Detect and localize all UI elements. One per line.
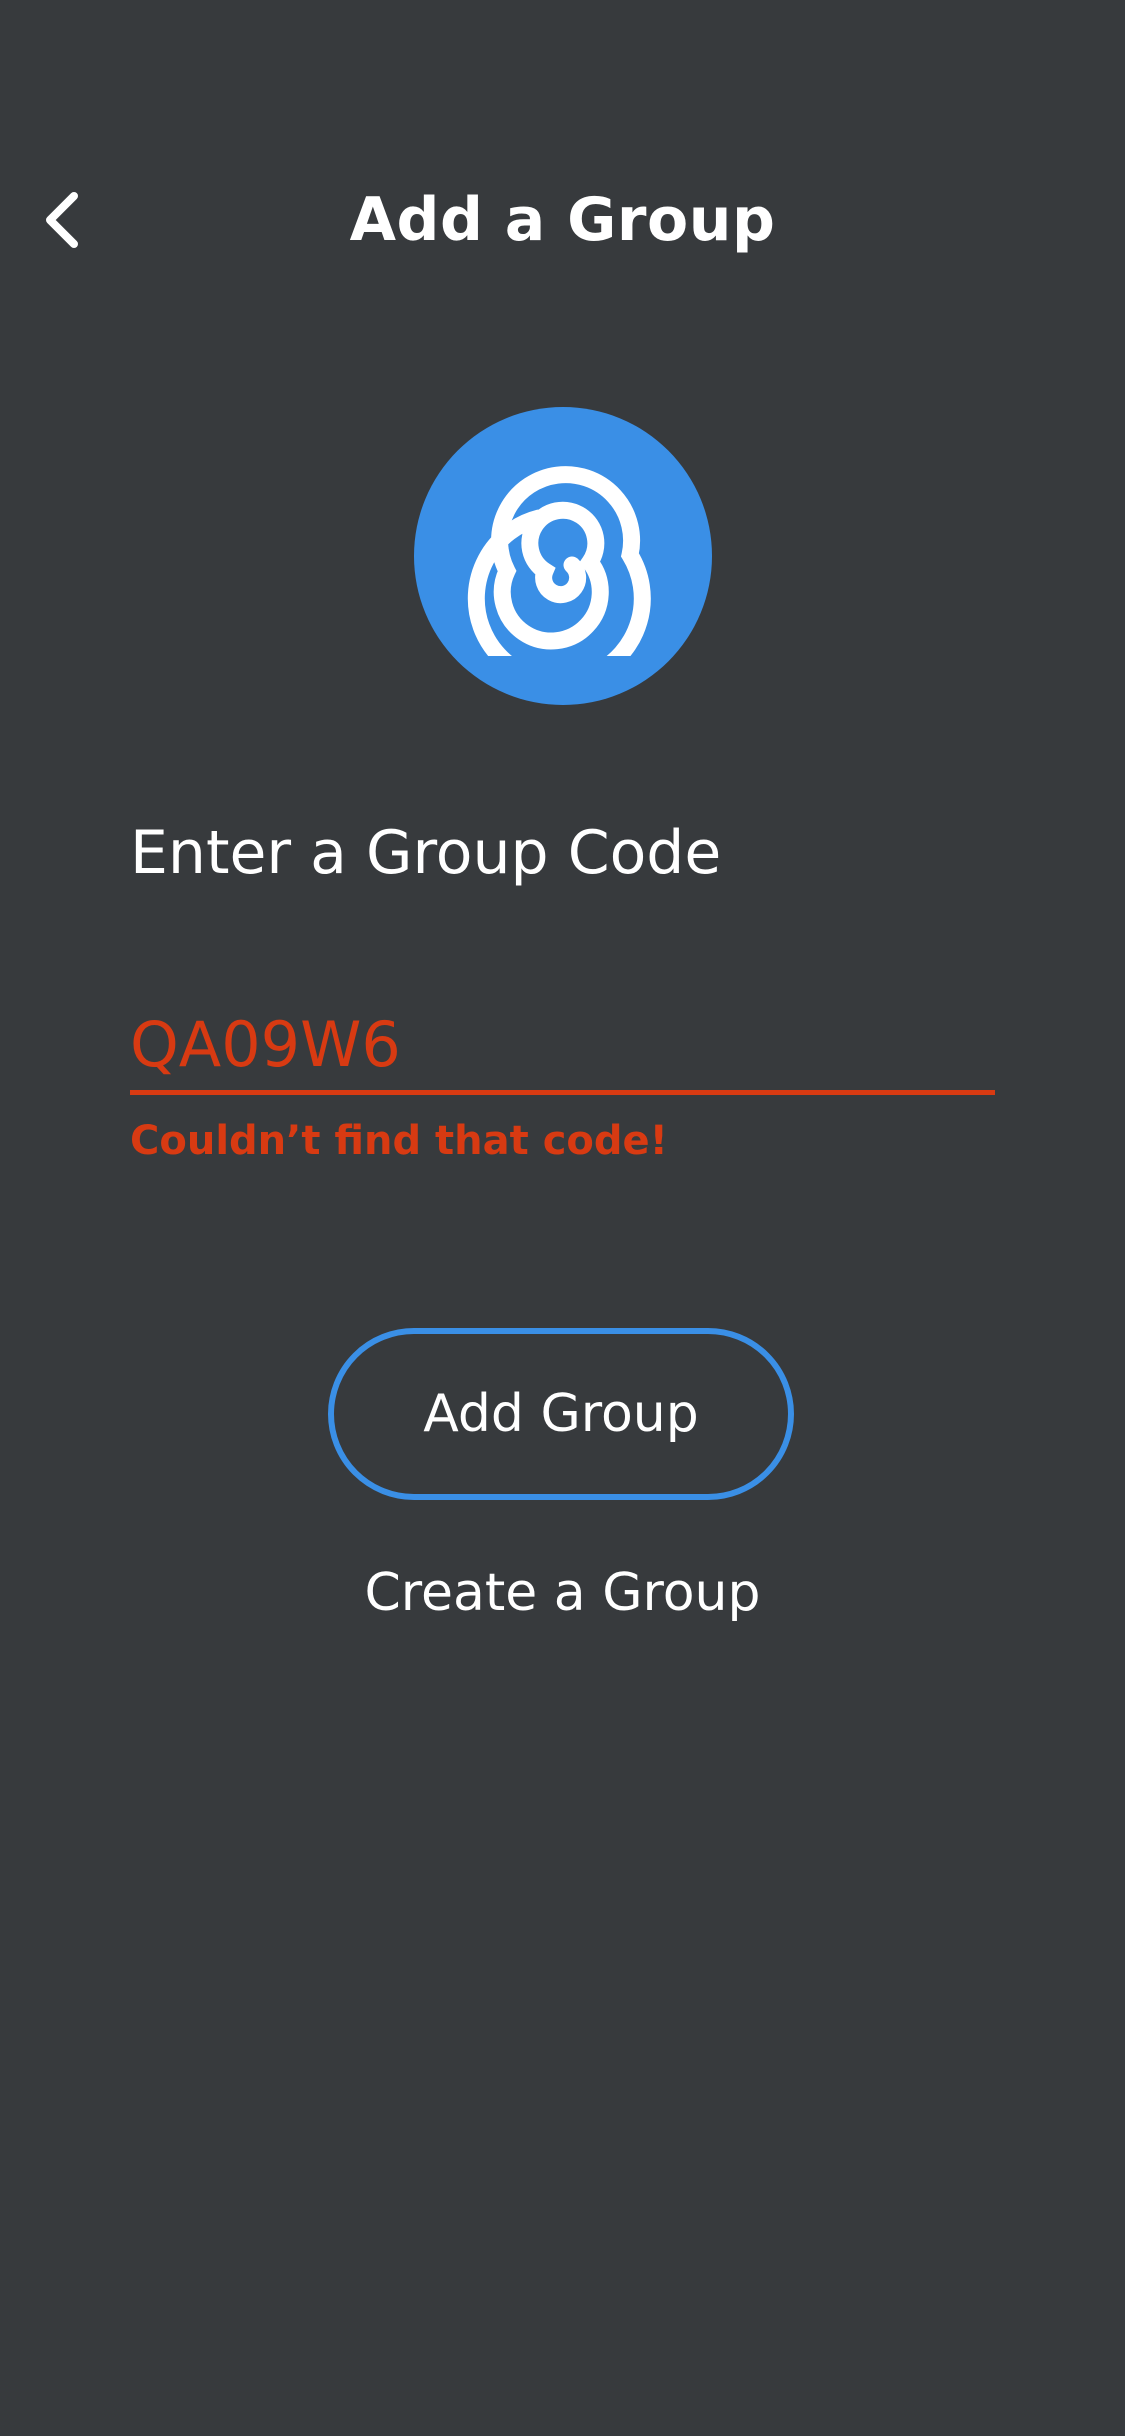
spiral-icon [467, 466, 651, 656]
add-group-button[interactable]: Add Group [328, 1328, 794, 1500]
create-group-link[interactable]: Create a Group [0, 1560, 1125, 1626]
header: Add a Group [0, 150, 1125, 290]
app-logo [414, 407, 712, 705]
error-message: Couldn’t find that code! [130, 1118, 668, 1164]
group-code-prompt: Enter a Group Code [130, 818, 722, 888]
add-group-screen: Add a Group Enter a Group Code Couldn’t … [0, 0, 1125, 2436]
group-code-field[interactable] [130, 998, 995, 1095]
group-code-input[interactable] [130, 998, 995, 1090]
page-title: Add a Group [349, 185, 776, 255]
add-group-label: Add Group [423, 1384, 699, 1444]
